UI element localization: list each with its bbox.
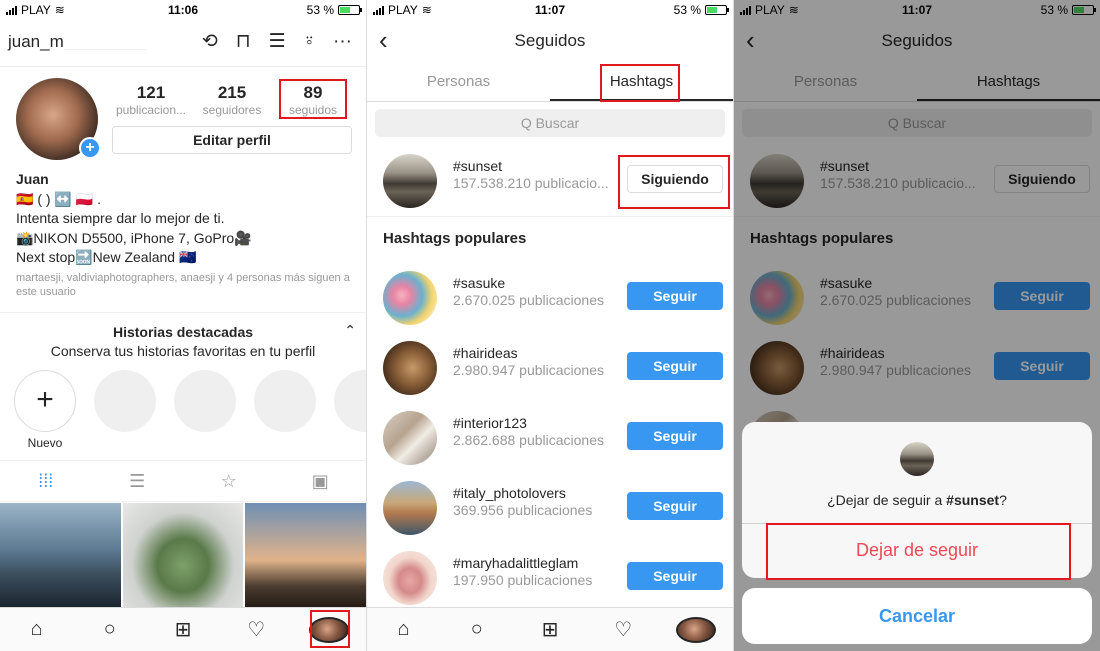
hashtag-thumbnail (383, 481, 437, 535)
status-bar: PLAY ≋ 11:07 53 % (367, 0, 733, 20)
highlights-row: + (14, 370, 366, 432)
highlight-placeholder (94, 370, 156, 432)
grid-photo[interactable] (0, 503, 121, 607)
tab-people[interactable]: Personas (367, 62, 550, 101)
follow-button[interactable]: Seguir (627, 562, 723, 590)
profile-view-tabs: ⁞⁞⁞ ☰ ☆ ▣ (0, 460, 366, 502)
nav-bar: ‹ Seguidos (367, 24, 733, 60)
history-icon[interactable]: ⟲ (202, 31, 218, 53)
highlight-placeholder (334, 370, 366, 432)
cancel-button[interactable]: Cancelar (742, 588, 1092, 644)
tagged-photos-icon[interactable]: ▣ (300, 471, 340, 492)
battery-icon (705, 5, 729, 15)
hashtag-row[interactable]: #maryhadalittleglam 197.950 publicacione… (367, 542, 733, 612)
hashtag-row[interactable]: #interior123 2.862.688 publicaciones Seg… (367, 402, 733, 472)
grid-view-icon[interactable]: ⁞⁞⁞ (26, 471, 66, 492)
search-icon[interactable]: ○ (90, 618, 130, 641)
follow-button[interactable]: Seguir (627, 352, 723, 380)
home-icon[interactable]: ⌂ (17, 618, 57, 641)
battery-icon (338, 5, 362, 15)
profile-stats: 121 publicacion... 215 seguidores 89 seg… (112, 83, 352, 117)
profile-screen: PLAY ≋ 11:06 53 % juan_m ⟲ ⊓ ☰ ⍤ ··· + 1… (0, 0, 366, 651)
unfollow-button[interactable]: Dejar de seguir (742, 523, 1092, 578)
followed-hashtag-row[interactable]: #sunset 157.538.210 publicacio... Siguie… (367, 145, 733, 215)
grid-photo[interactable] (122, 503, 244, 607)
heart-icon[interactable]: ♡ (236, 617, 276, 642)
bio-line: 🇪🇸 ( ) ↔️ 🇵🇱 . (16, 190, 101, 207)
unfollow-message: ¿Dejar de seguir a #sunset? (827, 492, 1007, 508)
hashtag-row[interactable]: #sasuke 2.670.025 publicaciones Seguir (367, 262, 733, 332)
redaction-mask (63, 35, 146, 50)
follow-button[interactable]: Seguir (627, 492, 723, 520)
hashtag-thumbnail (900, 442, 934, 476)
followed-by-text[interactable]: martaesji, valdiviaphotographers, anaesj… (16, 271, 356, 299)
header-divider (0, 66, 366, 67)
chevron-up-icon[interactable]: ⌃ (344, 322, 356, 339)
discover-people-icon[interactable]: ⍤ (304, 31, 315, 53)
profile-bio: Juan 🇪🇸 ( ) ↔️ 🇵🇱 . Intenta siempre dar … (16, 170, 356, 299)
profile-name: Juan (16, 171, 49, 187)
bio-line: Intenta siempre dar lo mejor de ti. (16, 210, 225, 226)
avatar (676, 616, 717, 643)
battery-percent: 53 % (673, 3, 701, 17)
hashtag-thumbnail (383, 551, 437, 605)
hashtag-thumbnail (383, 154, 437, 208)
hashtag-row[interactable]: #italy_photolovers 369.956 publicaciones… (367, 472, 733, 542)
bookmark-icon[interactable]: ⊓ (236, 31, 251, 53)
hashtag-thumbnail (383, 341, 437, 395)
photo-grid (0, 503, 366, 607)
grid-photo[interactable] (245, 503, 366, 607)
search-icon[interactable]: ○ (457, 618, 497, 641)
following-hashtags-screen: PLAY ≋ 11:07 53 % ‹ Seguidos Personas Ha… (367, 0, 733, 651)
list-icon[interactable]: ☰ (269, 31, 286, 53)
profile-tab-icon[interactable] (309, 616, 350, 643)
following-button[interactable]: Siguiendo (627, 165, 723, 193)
divider (367, 216, 733, 217)
stat-following[interactable]: 89 seguidos (274, 83, 352, 117)
saved-tag-icon[interactable]: ☆ (209, 471, 249, 492)
tab-hashtags[interactable]: Hashtags (550, 62, 733, 101)
add-post-icon[interactable]: ⊞ (163, 617, 203, 642)
stat-posts[interactable]: 121 publicacion... (112, 83, 190, 117)
new-highlight-label: Nuevo (27, 436, 63, 450)
hashtag-thumbnail (383, 411, 437, 465)
bottom-tab-bar: ⌂ ○ ⊞ ♡ (367, 607, 733, 651)
more-icon[interactable]: ··· (333, 31, 352, 53)
profile-header-bar: juan_m ⟲ ⊓ ☰ ⍤ ··· (0, 24, 366, 60)
heart-icon[interactable]: ♡ (603, 617, 643, 642)
add-story-icon[interactable]: + (79, 137, 101, 159)
bio-line: 📸NIKON D5500, iPhone 7, GoPro🎥 (16, 229, 252, 246)
hashtag-row[interactable]: #hairideas 2.980.947 publicaciones Segui… (367, 332, 733, 402)
status-bar: PLAY ≋ 11:06 53 % (0, 0, 366, 20)
highlights-title: Historias destacadas (112, 324, 254, 340)
highlight-placeholder (254, 370, 316, 432)
battery-percent: 53 % (306, 3, 334, 17)
stat-followers[interactable]: 215 seguidores (193, 83, 271, 117)
edit-profile-button[interactable]: Editar perfil (112, 126, 352, 154)
follow-button[interactable]: Seguir (627, 422, 723, 450)
popular-hashtags-title: Hashtags populares (383, 230, 527, 247)
profile-tab-icon[interactable] (676, 616, 717, 643)
new-highlight-button[interactable]: + (14, 370, 76, 432)
username: juan_m (8, 32, 146, 52)
unfollow-action-sheet: ¿Dejar de seguir a #sunset? Dejar de seg… (742, 422, 1092, 578)
highlight-placeholder (174, 370, 236, 432)
search-input[interactable]: Q Buscar (375, 109, 725, 137)
follow-button[interactable]: Seguir (627, 282, 723, 310)
highlights-subtitle: Conserva tus historias favoritas en tu p… (50, 343, 316, 359)
list-view-icon[interactable]: ☰ (117, 471, 157, 492)
following-tabs: Personas Hashtags (367, 62, 733, 102)
page-title: Seguidos (514, 31, 586, 50)
avatar (309, 616, 350, 643)
add-post-icon[interactable]: ⊞ (530, 617, 570, 642)
home-icon[interactable]: ⌂ (384, 618, 424, 641)
bio-line: Next stop🔜New Zealand 🇳🇿 (16, 249, 197, 265)
divider (0, 312, 366, 313)
bottom-tab-bar: ⌂ ○ ⊞ ♡ (0, 607, 366, 651)
hashtag-thumbnail (383, 271, 437, 325)
unfollow-dialog-screen: PLAY ≋ 11:07 53 % ‹ Seguidos Personas Ha… (734, 0, 1100, 651)
